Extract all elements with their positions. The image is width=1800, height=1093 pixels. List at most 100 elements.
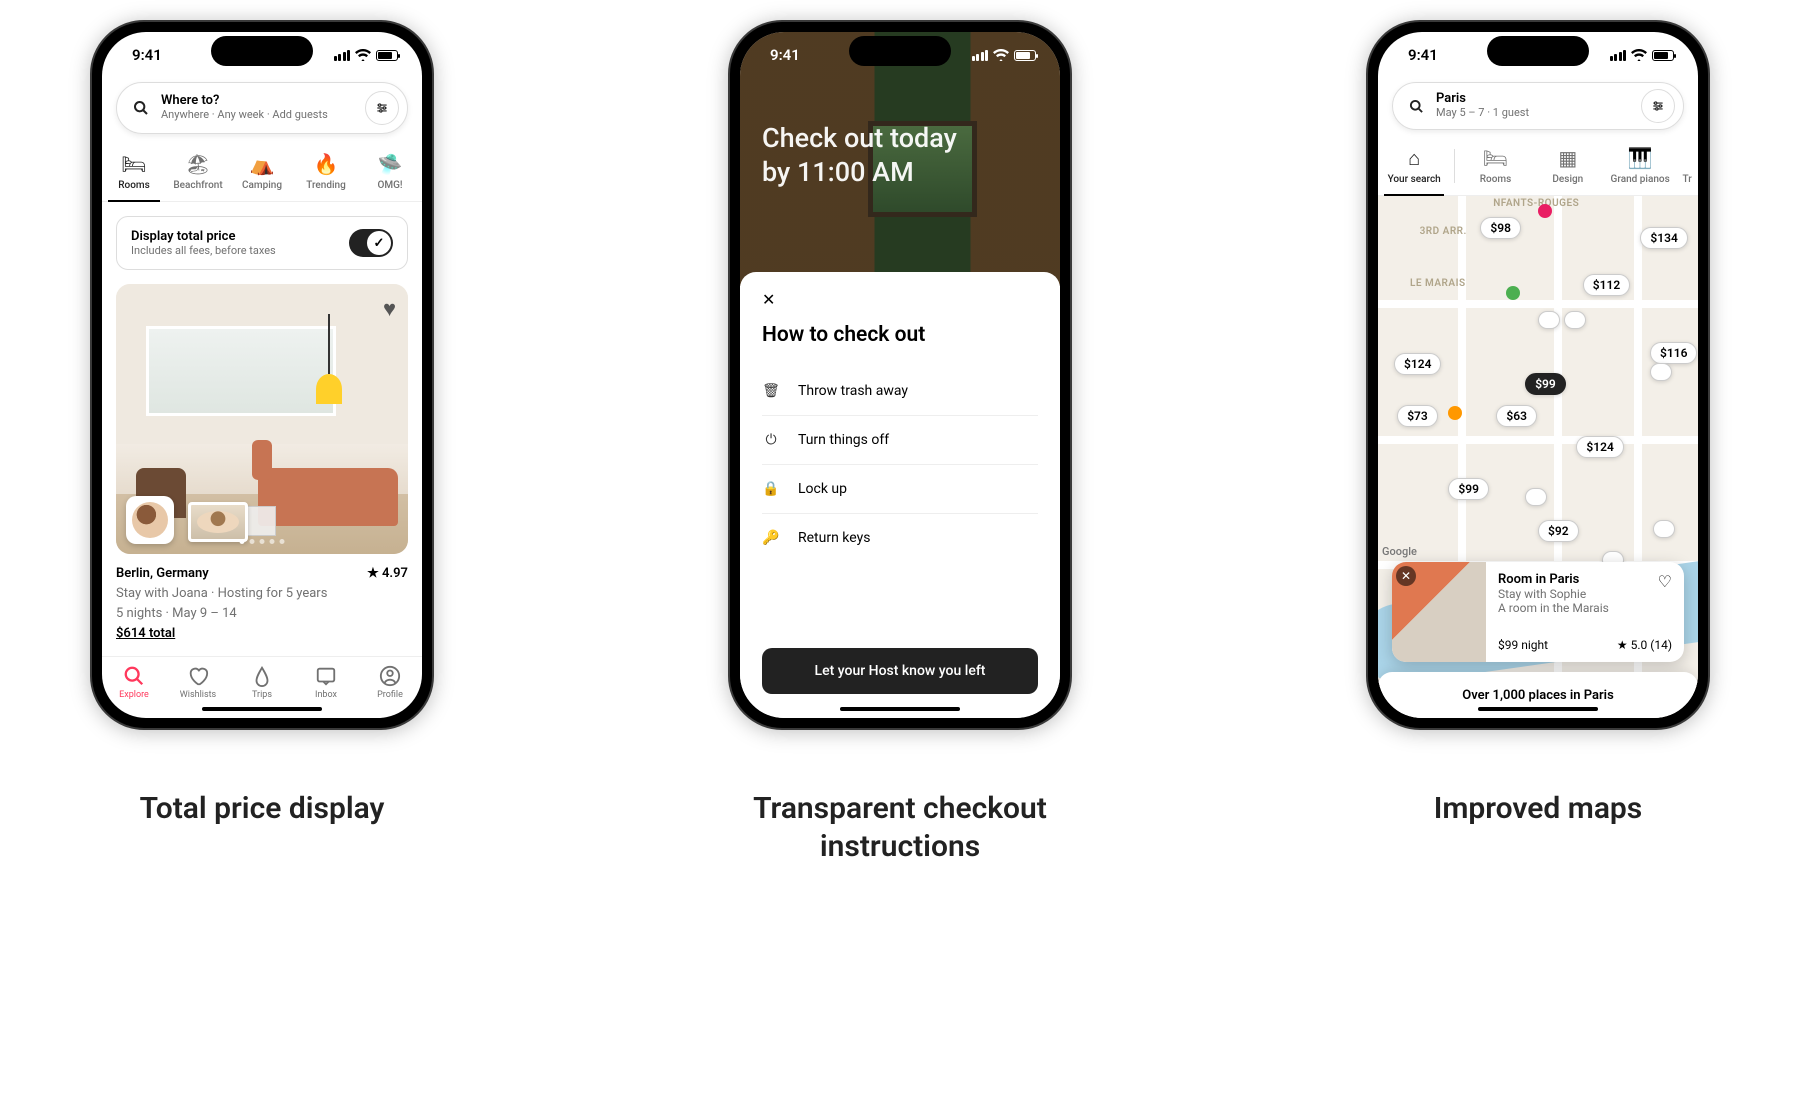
- close-icon[interactable]: ✕: [762, 290, 1038, 309]
- status-time: 9:41: [770, 46, 800, 64]
- search-title: Where to?: [161, 94, 353, 109]
- category-design[interactable]: ▦Design: [1532, 146, 1604, 195]
- map-price-pin[interactable]: $116: [1650, 342, 1697, 364]
- heart-icon[interactable]: ♡: [1658, 572, 1672, 591]
- map-view[interactable]: NFANTS-ROUGES 3RD ARR. LE MARAIS $98$134…: [1378, 196, 1698, 718]
- category-rooms[interactable]: 🛏Rooms: [1459, 146, 1531, 195]
- map-pin-empty[interactable]: [1525, 488, 1547, 506]
- map-price-pin[interactable]: $134: [1640, 227, 1687, 249]
- chat-icon: [315, 665, 337, 687]
- dynamic-island: [849, 36, 951, 66]
- listing-title: Berlin, Germany: [116, 564, 209, 584]
- battery-icon: [1652, 50, 1674, 61]
- caption-2: Transparent checkout instructions: [720, 790, 1080, 865]
- toggle-switch[interactable]: [349, 229, 393, 257]
- category-overflow[interactable]: Tr: [1676, 146, 1698, 195]
- map-pin-empty[interactable]: [1650, 363, 1672, 381]
- filter-button[interactable]: [1641, 89, 1675, 123]
- bed-icon: 🛏: [1483, 146, 1508, 168]
- map-price-pin[interactable]: $63: [1496, 405, 1537, 427]
- heart-icon: [187, 665, 209, 687]
- map-price-pin[interactable]: $124: [1394, 353, 1441, 375]
- filter-button[interactable]: [365, 91, 399, 125]
- notify-host-button[interactable]: Let your Host know you left: [762, 648, 1038, 694]
- neighborhood-label: LE MARAIS: [1410, 278, 1466, 289]
- listing-price: $614 total: [116, 624, 408, 644]
- step-keys: 🔑Return keys: [762, 514, 1038, 562]
- category-your-search[interactable]: ⌂Your search: [1378, 146, 1450, 195]
- map-listing-card[interactable]: ✕ Room in Paris Stay with Sophie A room …: [1392, 562, 1684, 662]
- category-rooms[interactable]: 🛏Rooms: [102, 152, 166, 201]
- card-host: Stay with Sophie: [1498, 587, 1672, 601]
- category-omg[interactable]: 🛸OMG!: [358, 152, 422, 201]
- heart-icon[interactable]: ♥: [383, 296, 396, 322]
- total-price-toggle-card: Display total price Includes all fees, b…: [116, 216, 408, 270]
- tent-icon: ⛺: [250, 152, 275, 174]
- map-price-pin[interactable]: $124: [1576, 436, 1623, 458]
- host-avatar: [126, 496, 174, 544]
- phone-maps: 9:41 Paris May 5 – 7 · 1 guest ⌂Your sea…: [1366, 20, 1710, 730]
- wifi-icon: [355, 49, 371, 61]
- separator: [1454, 149, 1455, 183]
- cellular-icon: [972, 50, 989, 61]
- phone-checkout: 9:41 Check out today by 11:00 AM ✕ How t…: [728, 20, 1072, 730]
- map-price-pin[interactable]: $73: [1397, 405, 1438, 427]
- map-price-pin[interactable]: $92: [1538, 520, 1579, 542]
- hero-line-2: by 11:00 AM: [762, 156, 957, 190]
- caption-1: Total price display: [140, 790, 385, 828]
- category-beachfront[interactable]: 🏖Beachfront: [166, 152, 230, 201]
- card-price: $99 night: [1498, 638, 1548, 652]
- search-bar[interactable]: Where to? Anywhere · Any week · Add gues…: [116, 82, 408, 134]
- map-price-pin[interactable]: $98: [1480, 217, 1521, 239]
- status-time: 9:41: [1408, 46, 1438, 64]
- tab-wishlists[interactable]: Wishlists: [166, 657, 230, 708]
- tab-profile[interactable]: Profile: [358, 657, 422, 708]
- step-trash: 🗑Throw trash away: [762, 367, 1038, 416]
- search-subtitle: May 5 – 7 · 1 guest: [1436, 107, 1629, 120]
- tab-trips[interactable]: Trips: [230, 657, 294, 708]
- profile-icon: [379, 665, 401, 687]
- category-grand-pianos[interactable]: 🎹Grand pianos: [1604, 146, 1676, 195]
- category-bar: 🛏Rooms 🏖Beachfront ⛺Camping 🔥Trending 🛸O…: [102, 144, 422, 202]
- search-bar[interactable]: Paris May 5 – 7 · 1 guest: [1392, 82, 1684, 130]
- cellular-icon: [1610, 50, 1627, 61]
- listing-rating: ★ 4.97: [367, 564, 408, 584]
- close-icon[interactable]: ✕: [1396, 566, 1416, 586]
- dynamic-island: [211, 36, 313, 66]
- toggle-subtitle: Includes all fees, before taxes: [131, 244, 339, 257]
- category-camping[interactable]: ⛺Camping: [230, 152, 294, 201]
- search-icon: [1409, 99, 1424, 114]
- map-price-pin[interactable]: $99: [1525, 373, 1566, 395]
- checkout-hero: 9:41 Check out today by 11:00 AM: [740, 32, 1060, 286]
- checkout-sheet: ✕ How to check out 🗑Throw trash away ⏻Tu…: [740, 272, 1060, 718]
- power-icon: ⏻: [762, 432, 780, 448]
- map-price-pin[interactable]: $99: [1448, 478, 1489, 500]
- home-indicator: [840, 707, 960, 712]
- trash-icon: 🗑: [762, 383, 780, 399]
- home-icon: ⌂: [1408, 146, 1420, 168]
- map-footer[interactable]: Over 1,000 places in Paris: [1378, 672, 1698, 718]
- sheet-title: How to check out: [762, 323, 1038, 347]
- fire-icon: 🔥: [314, 152, 339, 174]
- phone-total-price: 9:41 Where to? Anywhere · Any week · Add…: [90, 20, 434, 730]
- search-icon: [133, 100, 149, 116]
- map-price-pin[interactable]: $112: [1583, 274, 1630, 296]
- tab-explore[interactable]: Explore: [102, 657, 166, 708]
- category-bar: ⌂Your search 🛏Rooms ▦Design 🎹Grand piano…: [1378, 138, 1698, 196]
- listing-card[interactable]: ♥ Berlin, Germany★ 4.97 Stay with Joana …: [116, 284, 408, 645]
- map-pin-empty[interactable]: [1538, 311, 1560, 329]
- bed-icon: 🛏: [121, 152, 146, 174]
- category-trending[interactable]: 🔥Trending: [294, 152, 358, 201]
- map-pin-empty[interactable]: [1653, 520, 1675, 538]
- design-icon: ▦: [1558, 146, 1577, 168]
- airbnb-icon: [251, 665, 273, 687]
- step-power: ⏻Turn things off: [762, 416, 1038, 465]
- listing-photo: ♥: [116, 284, 408, 554]
- piano-icon: 🎹: [1628, 146, 1653, 168]
- tab-inbox[interactable]: Inbox: [294, 657, 358, 708]
- battery-icon: [1014, 50, 1036, 61]
- key-icon: 🔑: [762, 530, 780, 546]
- caption-3: Improved maps: [1434, 790, 1643, 828]
- map-pin-empty[interactable]: [1564, 311, 1586, 329]
- search-icon: [123, 665, 145, 687]
